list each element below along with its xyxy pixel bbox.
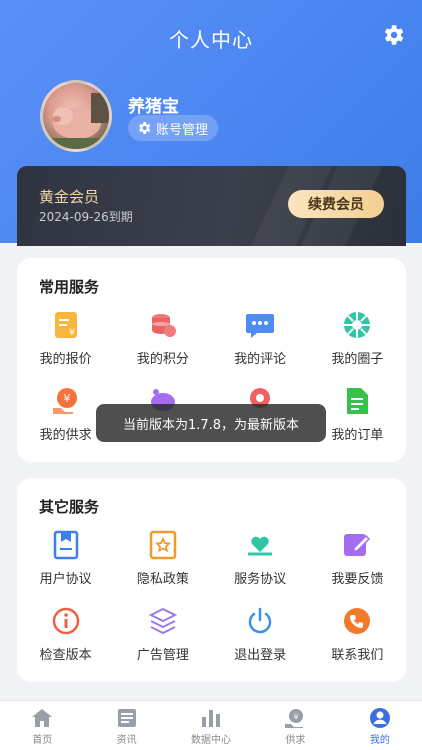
tab-supply[interactable]: ¥ 供求 bbox=[253, 701, 337, 750]
service-contact[interactable]: 联系我们 bbox=[309, 606, 406, 672]
comment-icon bbox=[245, 310, 275, 340]
order-icon bbox=[342, 386, 372, 416]
service-label: 用户协议 bbox=[39, 572, 92, 587]
other-services-title: 其它服务 bbox=[39, 498, 100, 516]
agreement-icon bbox=[51, 530, 81, 560]
page-title: 个人中心 bbox=[169, 28, 253, 52]
service-label: 检查版本 bbox=[39, 648, 92, 663]
phone-icon bbox=[342, 606, 372, 636]
renew-vip-button[interactable]: 续费会员 bbox=[288, 190, 384, 218]
svg-text:¥: ¥ bbox=[69, 328, 75, 338]
service-label: 我的积分 bbox=[136, 352, 189, 367]
service-check-version[interactable]: 检查版本 bbox=[17, 606, 114, 672]
svg-text:¥: ¥ bbox=[294, 713, 299, 722]
other-services-panel: 其它服务 用户协议 隐私政策 服务协议 我要反馈 检查版本 广告管理 退出登录 … bbox=[17, 478, 406, 682]
tab-news[interactable]: 资讯 bbox=[84, 701, 168, 750]
vip-level: 黄金会员 bbox=[39, 188, 100, 206]
account-manage-label: 账号管理 bbox=[156, 122, 209, 138]
tab-profile[interactable]: 我的 bbox=[338, 701, 422, 750]
service-privacy[interactable]: 隐私政策 bbox=[114, 530, 211, 596]
info-icon bbox=[51, 606, 81, 636]
feedback-icon bbox=[342, 530, 372, 560]
supply-icon: ¥ bbox=[51, 386, 81, 416]
vip-expiry: 2024-09-26到期 bbox=[39, 210, 133, 224]
home-icon bbox=[32, 709, 53, 727]
service-label: 我的订单 bbox=[331, 428, 384, 443]
service-my-circle[interactable]: 我的圈子 bbox=[309, 310, 406, 376]
service-label: 广告管理 bbox=[136, 648, 189, 663]
tab-label: 我的 bbox=[369, 735, 390, 746]
service-user-agreement[interactable]: 用户协议 bbox=[17, 530, 114, 596]
gear-icon[interactable] bbox=[380, 22, 406, 48]
power-icon bbox=[245, 606, 275, 636]
service-label: 我的供求 bbox=[39, 428, 92, 443]
service-label: 隐私政策 bbox=[136, 572, 189, 587]
tab-label: 供求 bbox=[285, 735, 306, 746]
coins-icon bbox=[148, 310, 178, 340]
common-services-title: 常用服务 bbox=[39, 278, 100, 296]
service-my-quote[interactable]: ¥ 我的报价 bbox=[17, 310, 114, 376]
gear-small-icon bbox=[139, 122, 151, 134]
layers-icon bbox=[148, 606, 178, 636]
service-my-points[interactable]: 我的积分 bbox=[114, 310, 211, 376]
news-icon bbox=[117, 709, 136, 727]
username: 养猪宝 bbox=[128, 97, 179, 117]
version-toast: 当前版本为1.7.8，为最新版本 bbox=[96, 404, 326, 442]
quote-icon: ¥ bbox=[51, 310, 81, 340]
tab-home[interactable]: 首页 bbox=[0, 701, 84, 750]
service-service-agreement[interactable]: 服务协议 bbox=[212, 530, 309, 596]
supply-tab-icon: ¥ bbox=[285, 709, 304, 728]
vip-card: 黄金会员 2024-09-26到期 续费会员 bbox=[17, 166, 406, 246]
data-icon bbox=[202, 710, 221, 727]
account-manage-button[interactable]: 账号管理 bbox=[128, 115, 219, 141]
profile-icon bbox=[369, 708, 390, 728]
tab-data-center[interactable]: 数据中心 bbox=[169, 701, 253, 750]
service-icon bbox=[245, 530, 275, 560]
service-label: 联系我们 bbox=[331, 648, 384, 663]
tab-label: 数据中心 bbox=[191, 735, 232, 746]
tab-label: 资讯 bbox=[116, 735, 137, 746]
service-label: 退出登录 bbox=[234, 648, 287, 663]
avatar[interactable] bbox=[40, 80, 112, 152]
svg-text:¥: ¥ bbox=[63, 392, 70, 405]
service-ad-management[interactable]: 广告管理 bbox=[114, 606, 211, 672]
service-label: 我的评论 bbox=[234, 352, 287, 367]
service-my-comments[interactable]: 我的评论 bbox=[212, 310, 309, 376]
circle-icon bbox=[342, 310, 372, 340]
service-label: 服务协议 bbox=[234, 572, 287, 587]
tab-label: 首页 bbox=[32, 735, 53, 746]
service-label: 我的圈子 bbox=[331, 352, 384, 367]
bottom-tab-bar: 首页 资讯 数据中心 ¥ 供求 我的 bbox=[0, 700, 422, 750]
privacy-icon bbox=[148, 530, 178, 560]
service-label: 我的报价 bbox=[39, 352, 92, 367]
service-logout[interactable]: 退出登录 bbox=[212, 606, 309, 672]
service-label: 我要反馈 bbox=[331, 572, 384, 587]
service-feedback[interactable]: 我要反馈 bbox=[309, 530, 406, 596]
